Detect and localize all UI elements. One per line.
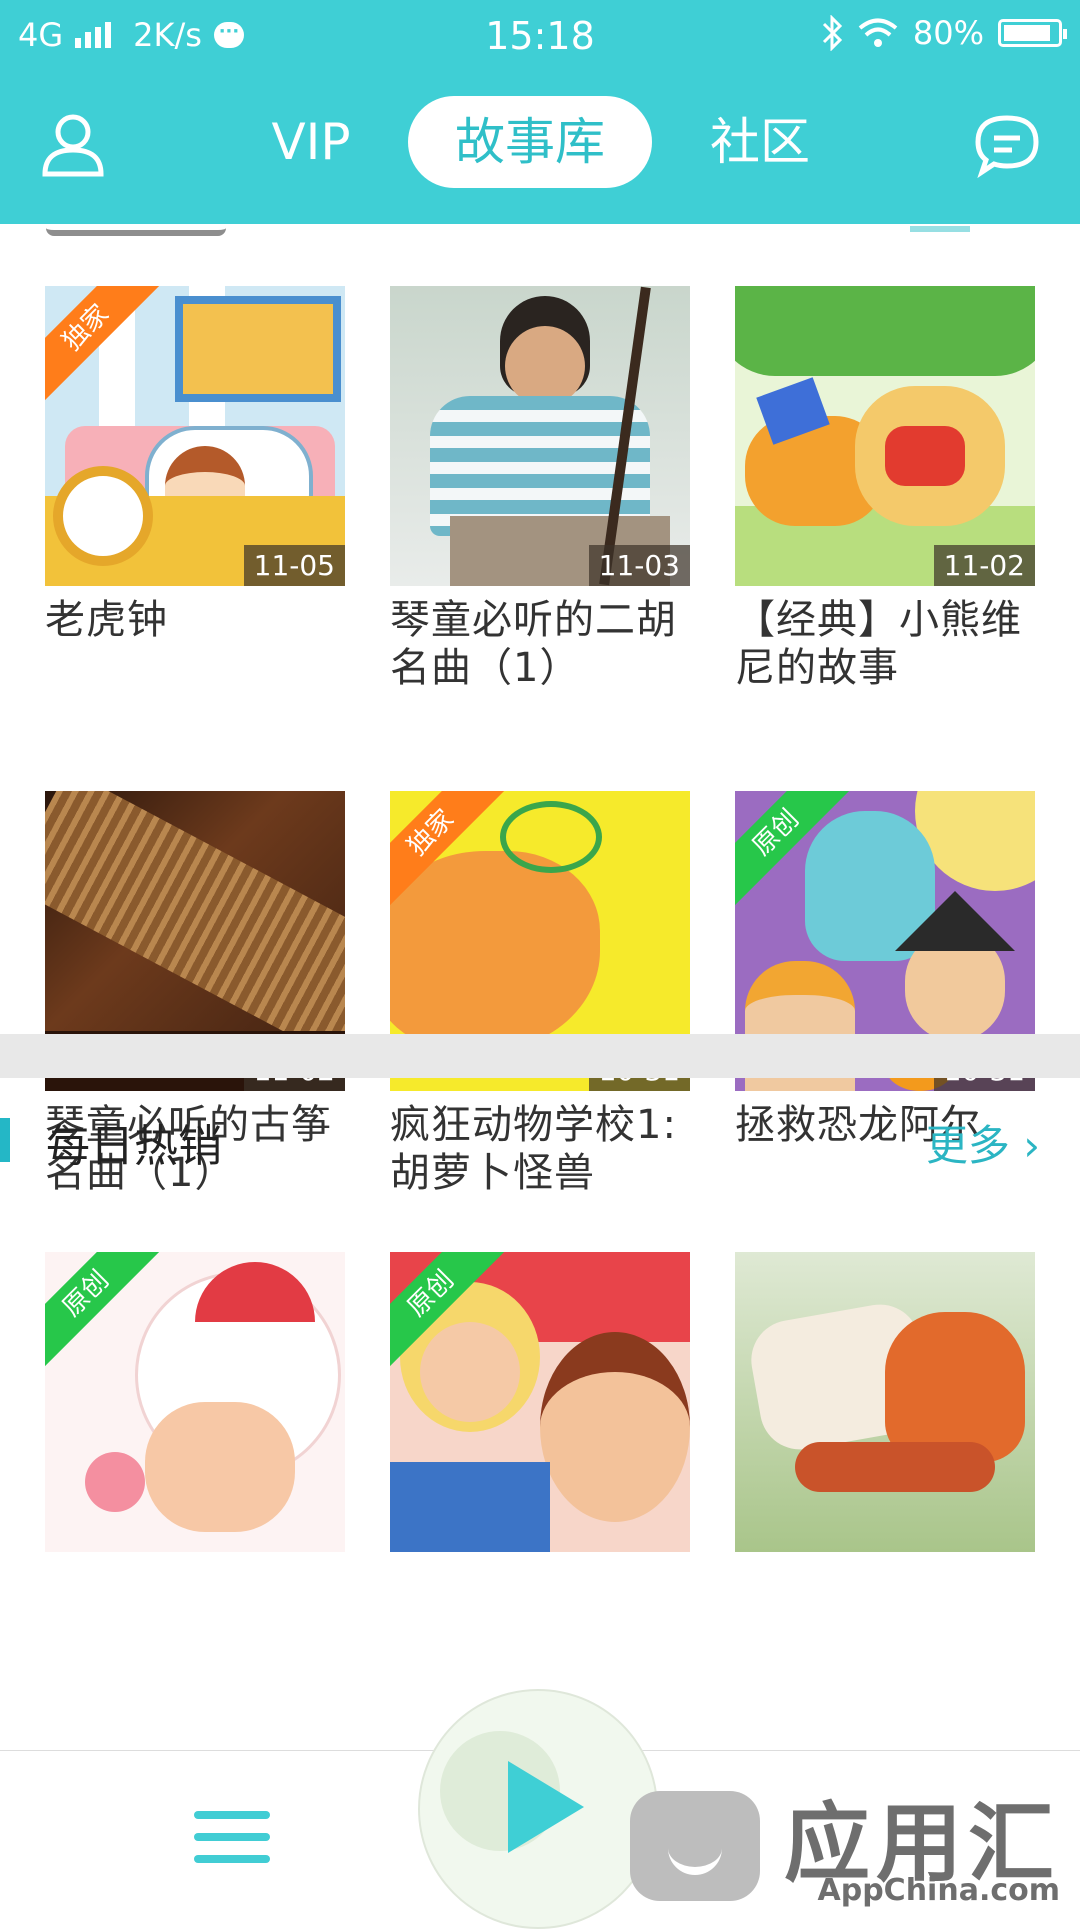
story-card[interactable]: 11-02 【经典】小熊维尼的故事 — [735, 286, 1035, 692]
story-date: 11-03 — [588, 545, 690, 586]
story-card[interactable]: 11-03 琴童必听的二胡名曲（1） — [390, 286, 690, 692]
hot-story-card[interactable]: 原创 — [45, 1252, 345, 1552]
cut-off-more-link — [910, 210, 970, 232]
story-cover: 原创 — [390, 1252, 690, 1552]
playlist-menu-icon[interactable] — [194, 1811, 270, 1867]
section-title: 每日热销 — [46, 1121, 222, 1172]
tab-vip[interactable]: VIP — [246, 96, 376, 188]
story-title: 【经典】小熊维尼的故事 — [735, 597, 1022, 691]
hot-story-card[interactable]: 原创 — [390, 1252, 690, 1552]
user-profile-icon[interactable] — [38, 110, 108, 180]
story-date: 11-02 — [933, 545, 1035, 586]
story-title: 琴童必听的二胡名曲（1） — [390, 597, 677, 691]
wifi-icon — [858, 18, 898, 47]
top-bar: 4G 2K/s ··· 15:18 80% VIP 故事库 社区 — [0, 0, 1080, 224]
tab-story-library[interactable]: 故事库 — [408, 96, 652, 188]
content-sheet[interactable]: 独家 11-05 老虎钟 11-03 琴童必听的二胡名曲（1） 11-02 【经… — [0, 224, 1080, 1920]
hot-story-card[interactable] — [735, 1252, 1035, 1552]
appchina-logo — [630, 1791, 760, 1901]
main-nav: VIP 故事库 社区 — [0, 96, 1080, 196]
play-icon — [508, 1761, 584, 1853]
story-cover: 独家 11-05 — [45, 286, 345, 586]
more-link[interactable]: 更多 › — [926, 1112, 1040, 1173]
exclusive-badge: 独家 — [45, 286, 162, 404]
section-divider — [0, 1034, 1080, 1078]
story-title: 老虎钟 — [45, 597, 168, 643]
bluetooth-icon — [822, 15, 842, 51]
bottom-player-bar: 应用汇 AppChina.com — [0, 1689, 1080, 1929]
status-bar: 4G 2K/s ··· 15:18 80% — [0, 0, 1080, 72]
cut-off-section-title — [46, 210, 226, 236]
hot-section-header: 每日热销 更多 › — [0, 1078, 1080, 1198]
story-card[interactable]: 独家 11-05 老虎钟 — [45, 286, 345, 644]
story-cover: 11-03 — [390, 286, 690, 586]
chat-icon[interactable] — [972, 110, 1042, 180]
watermark-small-text: AppChina.com — [817, 1873, 1060, 1908]
story-cover: 原创 — [45, 1252, 345, 1552]
section-accent-bar — [0, 1118, 10, 1162]
battery-percent: 80% — [912, 14, 984, 52]
story-cover — [735, 1252, 1035, 1552]
tab-community[interactable]: 社区 — [690, 96, 830, 188]
story-cover: 11-02 — [735, 286, 1035, 586]
appchina-watermark: 应用汇 AppChina.com — [610, 1781, 1070, 1911]
battery-icon — [998, 19, 1067, 47]
story-date: 11-05 — [243, 545, 345, 586]
